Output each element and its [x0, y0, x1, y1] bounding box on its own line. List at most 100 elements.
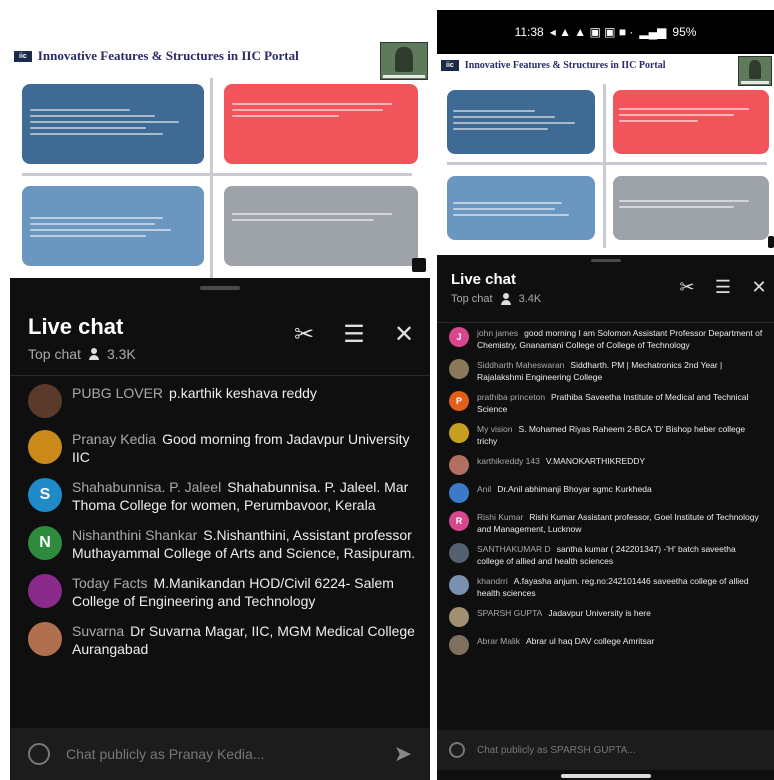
message-author[interactable]: Abrar Malik — [477, 636, 520, 646]
message-body: Anil Dr.Anil abhimanji Bhoyar sgmc Kurkhe… — [477, 483, 652, 495]
message-author[interactable]: SPARSH GUPTA — [477, 608, 542, 618]
message-text: A.fayasha anjum. reg.no:242101446 saveet… — [477, 576, 749, 598]
avatar[interactable] — [28, 574, 62, 608]
message-body: khandrri A.fayasha anjum. reg.no:24210144… — [477, 575, 764, 599]
avatar[interactable]: R — [449, 511, 469, 531]
message-author[interactable]: Anil — [477, 484, 491, 494]
chat-message[interactable]: R Rishi Kumar Rishi Kumar Assistant profes… — [437, 507, 774, 539]
message-body: Abrar Malik Abrar ul haq DAV college Amri… — [477, 635, 654, 647]
avatar[interactable] — [28, 384, 62, 418]
chat-input[interactable] — [66, 746, 394, 762]
message-body: PUBG LOVER p.karthik keshava reddy — [72, 384, 317, 402]
slide-quadrant-bottom-right — [613, 176, 769, 240]
emoji-icon[interactable] — [449, 742, 465, 758]
chat-input[interactable] — [477, 744, 762, 756]
message-author[interactable]: Today Facts — [72, 575, 147, 591]
avatar[interactable] — [449, 423, 469, 443]
chat-message[interactable]: Pranay Kedia Good morning from Jadavpur U… — [10, 424, 430, 472]
slide-header: iic Innovative Features & Structures in … — [14, 48, 299, 64]
message-body: Nishanthini Shankar S.Nishanthini, Assist… — [72, 526, 418, 562]
message-author[interactable]: Siddharth Maheswaran — [477, 360, 564, 370]
top-chat-selector[interactable]: Top chat 3.3K — [28, 346, 136, 362]
message-text: Dr.Anil abhimanji Bhoyar sgmc Kurkheda — [497, 484, 652, 494]
viewers-icon — [88, 348, 99, 360]
slide-quadrant-bottom-right — [224, 186, 418, 266]
avatar[interactable]: S — [28, 478, 62, 512]
chat-message[interactable]: S Shahabunnisa. P. Jaleel Shahabunnisa. P.… — [10, 472, 430, 520]
chat-message[interactable]: Today Facts M.Manikandan HOD/Civil 6224- … — [10, 568, 430, 616]
avatar[interactable]: P — [449, 391, 469, 411]
status-time: 11:38 — [514, 25, 544, 39]
send-icon[interactable]: ➤ — [394, 741, 412, 767]
message-body: john james good morning I am Solomon Assi… — [477, 327, 764, 351]
message-author[interactable]: PUBG LOVER — [72, 385, 163, 401]
avatar[interactable] — [449, 483, 469, 503]
chat-header-actions: ✂ ☰ ✕ — [290, 320, 418, 349]
chat-message[interactable]: Jjohn james good morning I am Solomon Ass… — [437, 323, 774, 355]
message-author[interactable]: Nishanthini Shankar — [72, 527, 197, 543]
message-author[interactable]: SANTHAKUMAR D — [477, 544, 551, 554]
avatar[interactable] — [28, 430, 62, 464]
avatar[interactable] — [449, 455, 469, 475]
avatar[interactable]: J — [449, 327, 469, 347]
top-chat-selector[interactable]: Top chat 3.4K — [451, 293, 541, 305]
message-author[interactable]: Suvarna — [72, 623, 124, 639]
chat-message[interactable]: N Nishanthini Shankar S.Nishanthini, Assis… — [10, 520, 430, 568]
filter-settings-icon[interactable]: ☰ — [712, 277, 734, 298]
chat-header-actions: ✂ ☰ ✕ — [676, 277, 770, 298]
message-author[interactable]: john james — [477, 328, 518, 338]
message-author[interactable]: Shahabunnisa. P. Jaleel — [72, 479, 221, 495]
fullscreen-icon[interactable] — [412, 258, 426, 272]
chat-message[interactable]: Abrar Malik Abrar ul haq DAV college Amri… — [437, 631, 774, 659]
phone-status-bar: 11:38 ◂ ▲ ▲ ▣ ▣ ■ · ▂▄▆ 95% — [437, 10, 774, 54]
slide-header: iic Innovative Features & Structures in … — [441, 60, 666, 71]
message-author[interactable]: khandrri — [477, 576, 508, 586]
close-icon[interactable]: ✕ — [390, 320, 418, 349]
slide-title: Innovative Features & Structures in IIC … — [37, 48, 299, 63]
avatar[interactable]: N — [28, 526, 62, 560]
message-text: S. Mohamed Riyas Raheem 2-BCA 'D' Bishop… — [477, 424, 746, 446]
emoji-icon[interactable] — [28, 743, 50, 765]
message-body: Suvarna Dr Suvarna Magar, IIC, MGM Medica… — [72, 622, 418, 658]
message-author[interactable]: My vision — [477, 424, 512, 434]
chat-message[interactable]: Suvarna Dr Suvarna Magar, IIC, MGM Medica… — [10, 616, 430, 664]
message-author[interactable]: karthikreddy 143 — [477, 456, 540, 466]
chat-message[interactable]: SPARSH GUPTA Jadavpur University is here — [437, 603, 774, 631]
chat-header: Live chat Top chat 3.4K ✂ ☰ ✕ — [437, 263, 774, 323]
avatar[interactable] — [449, 635, 469, 655]
filter-settings-icon[interactable]: ☰ — [340, 320, 368, 349]
message-body: Rishi Kumar Rishi Kumar Assistant profess… — [477, 511, 764, 535]
chat-messages: Jjohn james good morning I am Solomon Ass… — [437, 323, 774, 659]
avatar[interactable] — [28, 622, 62, 656]
drag-handle[interactable] — [200, 286, 240, 290]
avatar[interactable] — [449, 607, 469, 627]
chat-message[interactable]: khandrri A.fayasha anjum. reg.no:24210144… — [437, 571, 774, 603]
slide-quadrant-top-right — [613, 90, 769, 154]
chat-mode: Top chat — [28, 346, 81, 362]
chat-message[interactable]: Siddharth Maheswaran Siddharth. PM | Mech… — [437, 355, 774, 387]
avatar[interactable] — [449, 543, 469, 563]
message-body: SANTHAKUMAR Dsantha kumar ( 242201347) -… — [477, 543, 764, 567]
scissors-icon[interactable]: ✂ — [290, 320, 318, 349]
chat-message[interactable]: PUBG LOVER p.karthik keshava reddy — [10, 378, 430, 424]
chat-message[interactable]: Pprathiba princeton Prathiba Saveetha Ins… — [437, 387, 774, 419]
battery-level: 95% — [672, 25, 697, 39]
close-icon[interactable]: ✕ — [748, 277, 770, 298]
message-author[interactable]: prathiba princeton — [477, 392, 545, 402]
message-body: karthikreddy 143 V.MANOKARTHIKREDDY — [477, 455, 645, 467]
chat-message[interactable]: karthikreddy 143 V.MANOKARTHIKREDDY — [437, 451, 774, 479]
presenter-webcam — [380, 42, 428, 80]
fullscreen-icon[interactable] — [768, 236, 774, 248]
avatar[interactable] — [449, 359, 469, 379]
message-author[interactable]: Rishi Kumar — [477, 512, 523, 522]
chat-message[interactable]: Anil Dr.Anil abhimanji Bhoyar sgmc Kurkhe… — [437, 479, 774, 507]
drag-handle[interactable] — [590, 259, 621, 262]
avatar[interactable] — [449, 575, 469, 595]
chat-header: Live chat Top chat 3.3K ✂ ☰ ✕ — [10, 296, 430, 376]
message-body: Today Facts M.Manikandan HOD/Civil 6224- … — [72, 574, 418, 610]
message-author[interactable]: Pranay Kedia — [72, 431, 156, 447]
scissors-icon[interactable]: ✂ — [676, 277, 698, 298]
gesture-nav-bar[interactable] — [560, 774, 651, 778]
chat-message[interactable]: SANTHAKUMAR Dsantha kumar ( 242201347) -… — [437, 539, 774, 571]
chat-message[interactable]: My vision S. Mohamed Riyas Raheem 2-BCA '… — [437, 419, 774, 451]
